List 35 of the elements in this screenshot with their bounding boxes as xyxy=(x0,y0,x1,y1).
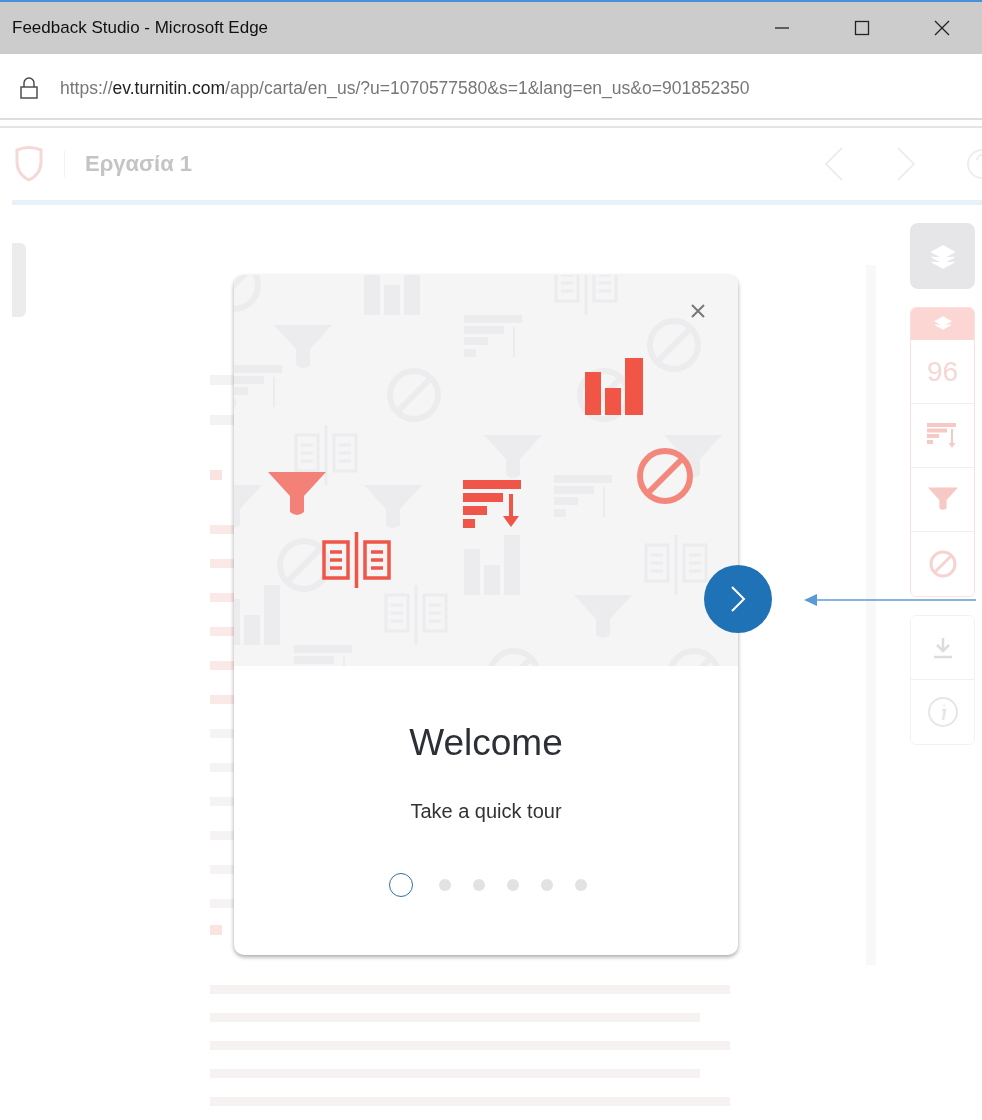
step-dot[interactable] xyxy=(389,873,413,897)
lock-icon xyxy=(20,77,38,99)
ban-icon xyxy=(637,448,693,504)
info-icon xyxy=(926,696,959,728)
window-title: Feedback Studio - Microsoft Edge xyxy=(12,18,270,38)
faded-columns-icon xyxy=(294,423,358,487)
shield-icon xyxy=(14,146,44,182)
url-text[interactable]: https://ev.turnitin.com/app/carta/en_us/?u=1070577580&s=1&lang=en_us&o=901852350 xyxy=(60,77,750,99)
maximize-icon xyxy=(854,20,870,36)
faded-ban-icon xyxy=(647,318,701,372)
step-dot[interactable] xyxy=(439,879,451,891)
close-icon xyxy=(690,303,706,319)
download-icon xyxy=(931,635,954,660)
minimize-icon xyxy=(774,27,790,29)
step-dot[interactable] xyxy=(575,879,587,891)
step-dot[interactable] xyxy=(541,879,553,891)
tour-title: Welcome xyxy=(409,722,563,764)
sort-icon xyxy=(926,422,959,449)
bar-chart-icon xyxy=(585,358,643,415)
ban-icon xyxy=(927,549,958,579)
step-dot[interactable] xyxy=(507,879,519,891)
side-by-side-icon xyxy=(322,530,391,590)
step-dot[interactable] xyxy=(473,879,485,891)
download-button[interactable] xyxy=(911,616,974,680)
faded-funnel-icon xyxy=(664,435,722,478)
layers-button[interactable] xyxy=(910,223,975,289)
sort-icon xyxy=(463,480,521,528)
close-icon xyxy=(934,20,950,36)
faded-ban-icon xyxy=(277,538,331,592)
assignment-title: Εργασία 1 xyxy=(64,151,193,177)
faded-columns-icon xyxy=(644,533,708,597)
chevron-right-icon xyxy=(728,584,748,614)
tour-subtitle: Take a quick tour xyxy=(410,800,562,823)
layers-icon xyxy=(929,243,956,269)
funnel-icon xyxy=(268,472,326,515)
